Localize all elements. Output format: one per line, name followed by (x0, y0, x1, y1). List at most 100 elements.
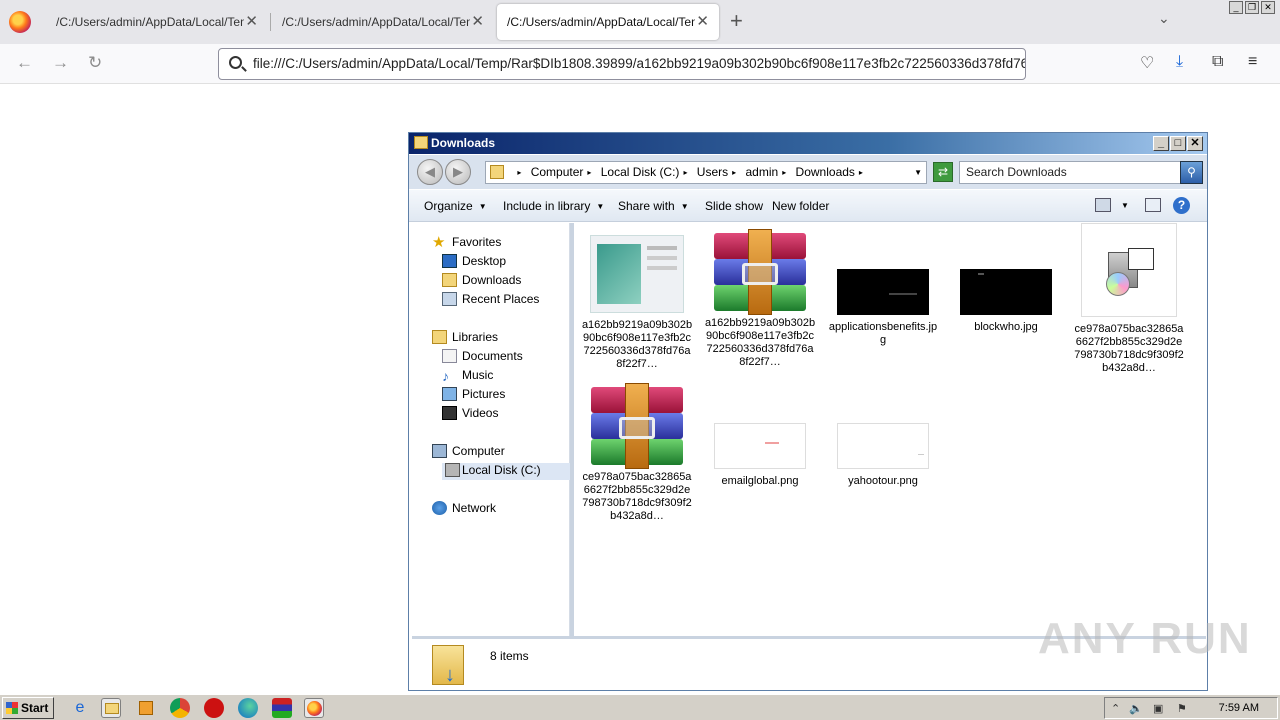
tab-separator (270, 13, 271, 31)
forward-arrow-icon[interactable]: → (52, 53, 69, 73)
maximize-button[interactable]: □ (1170, 136, 1186, 151)
installer-icon (1081, 223, 1177, 317)
item-count: 8 items (490, 649, 529, 663)
restore-icon[interactable]: ❐ (1245, 1, 1259, 14)
browser-nav-bar: ← → ↻ file:///C:/Users/admin/AppData/Loc… (0, 44, 1280, 84)
breadcrumb[interactable]: ▸ Computer ▸ Local Disk (C:) ▸ Users ▸ admi… (485, 161, 927, 184)
folder-icon (414, 136, 428, 149)
folder-icon (490, 165, 504, 179)
nav-videos[interactable]: Videos (442, 406, 498, 420)
nav-desktop[interactable]: Desktop (442, 254, 506, 268)
file-item[interactable]: ce978a075bac32865a6627f2bb855c329d2e7987… (1073, 223, 1185, 375)
nav-network[interactable]: Network (432, 501, 496, 515)
pocket-icon[interactable]: ♡ (1140, 53, 1154, 73)
show-hidden-icons-icon[interactable]: ⌃ (1111, 702, 1120, 715)
navigation-pane: ★ Favorites Desktop Downloads Recent Pla… (412, 223, 570, 636)
ie-icon[interactable]: e (70, 698, 90, 718)
winrar-icon[interactable] (272, 698, 292, 718)
pictures-icon (442, 387, 457, 401)
change-view-icon[interactable] (1095, 198, 1111, 212)
file-name: applicationsbenefits.jpg (828, 321, 938, 346)
browser-tab-2[interactable]: /C:/Users/admin/AppData/Local/Temp/R ✕ (272, 4, 494, 40)
close-icon[interactable]: ✕ (1261, 1, 1275, 14)
browser-tab-1[interactable]: /C:/Users/admin/AppData/Local/Temp/R ✕ (46, 4, 268, 40)
share-with-button[interactable]: Share with ▼ (618, 199, 689, 213)
nav-downloads[interactable]: Downloads (442, 273, 521, 287)
breadcrumb-item[interactable]: ▸ (513, 162, 521, 183)
tab-list-chevron-icon[interactable]: ⌄ (1158, 10, 1170, 27)
url-text: file:///C:/Users/admin/AppData/Local/Tem… (253, 56, 1026, 71)
back-button[interactable]: ◀ (417, 159, 443, 185)
search-input[interactable]: Search Downloads ⚲ (959, 161, 1203, 184)
back-arrow-icon[interactable]: ← (16, 53, 33, 73)
preview-pane-icon[interactable] (1145, 198, 1161, 212)
network-tray-icon[interactable]: ▣ (1153, 702, 1163, 715)
media-player-icon[interactable] (136, 698, 156, 718)
breadcrumb-users[interactable]: Users ▸ (697, 162, 736, 183)
url-bar[interactable]: file:///C:/Users/admin/AppData/Local/Tem… (218, 48, 1026, 80)
firefox-icon[interactable] (304, 698, 324, 718)
new-folder-button[interactable]: New folder (772, 199, 829, 213)
close-tab-icon[interactable]: ✕ (245, 4, 258, 40)
menu-icon[interactable]: ≡ (1248, 53, 1257, 71)
firefox-logo-icon[interactable] (9, 11, 31, 33)
star-icon: ★ (432, 234, 446, 251)
close-button[interactable]: ✕ (1187, 136, 1203, 151)
file-item[interactable]: a162bb9219a09b302b90bc6f908e117e3fb2c722… (581, 235, 693, 371)
nav-libraries[interactable]: Libraries (432, 330, 498, 344)
file-item[interactable]: blockwho.jpg (950, 269, 1062, 334)
breadcrumb-local-disk[interactable]: Local Disk (C:) ▸ (601, 162, 688, 183)
tab-title: /C:/Users/admin/AppData/Local/Temp/R (56, 15, 244, 29)
pane-divider[interactable] (570, 223, 574, 636)
slide-show-button[interactable]: Slide show (705, 199, 763, 213)
file-item[interactable]: yahootour.png (827, 423, 939, 488)
explorer-icon[interactable] (101, 698, 121, 718)
browser-tab-3-active[interactable]: /C:/Users/admin/AppData/Local/Temp/R ✕ (497, 4, 719, 40)
close-tab-icon[interactable]: ✕ (471, 4, 484, 40)
file-item[interactable]: applicationsbenefits.jpg (827, 269, 939, 347)
search-icon[interactable]: ⚲ (1180, 161, 1203, 184)
opera-icon[interactable] (204, 698, 224, 718)
command-bar: Organize ▼ Include in library ▼ Share with… (409, 190, 1207, 222)
help-icon[interactable]: ? (1173, 197, 1190, 214)
organize-button[interactable]: Organize ▼ (424, 199, 487, 213)
breadcrumb-downloads[interactable]: Downloads ▸ (796, 162, 863, 183)
breadcrumb-admin[interactable]: admin ▸ (746, 162, 787, 183)
edge-icon[interactable] (238, 698, 258, 718)
file-item[interactable]: a162bb9219a09b302b90bc6f908e117e3fb2c722… (704, 229, 816, 369)
view-dropdown-icon[interactable]: ▼ (1121, 201, 1129, 210)
window-title: Downloads (431, 136, 496, 150)
clock: 7:59 AM (1218, 702, 1259, 714)
action-center-flag-icon[interactable]: ⚑ (1177, 702, 1187, 715)
minimize-button[interactable]: _ (1153, 136, 1169, 151)
nav-recent-places[interactable]: Recent Places (442, 292, 539, 306)
close-tab-icon[interactable]: ✕ (696, 4, 709, 40)
start-button[interactable]: Start (2, 697, 54, 719)
forward-button[interactable]: ▶ (445, 159, 471, 185)
nav-local-disk[interactable]: Local Disk (C:) (442, 463, 570, 480)
local-disk-icon (445, 463, 460, 477)
nav-documents[interactable]: Documents (442, 349, 523, 363)
include-in-library-button[interactable]: Include in library ▼ (503, 199, 604, 213)
file-list: a162bb9219a09b302b90bc6f908e117e3fb2c722… (575, 223, 1205, 636)
nav-favorites[interactable]: ★ Favorites (432, 234, 501, 251)
nav-music[interactable]: ♪ Music (442, 368, 493, 384)
dark-image-thumbnail (837, 269, 929, 315)
reload-icon[interactable]: ↻ (88, 53, 102, 73)
file-item[interactable]: emailglobal.png (704, 423, 816, 488)
chrome-icon[interactable] (170, 698, 190, 718)
nav-pictures[interactable]: Pictures (442, 387, 505, 401)
light-image-thumbnail (837, 423, 929, 469)
file-item[interactable]: ce978a075bac32865a6627f2bb855c329d2e7987… (581, 383, 693, 523)
extensions-icon[interactable]: ⧉ (1212, 53, 1223, 71)
nav-computer[interactable]: Computer (432, 444, 505, 458)
network-icon (432, 501, 447, 515)
downloads-icon[interactable]: ⤓ (1176, 53, 1183, 71)
breadcrumb-computer[interactable]: Computer ▸ (531, 162, 592, 183)
volume-icon[interactable]: 🔈 (1129, 702, 1143, 715)
videos-icon (442, 406, 457, 420)
refresh-icon[interactable]: ⇄ (933, 162, 953, 182)
minimize-icon[interactable]: _ (1229, 1, 1243, 14)
chevron-down-icon[interactable]: ▼ (914, 162, 922, 183)
new-tab-icon[interactable]: + (730, 8, 743, 34)
